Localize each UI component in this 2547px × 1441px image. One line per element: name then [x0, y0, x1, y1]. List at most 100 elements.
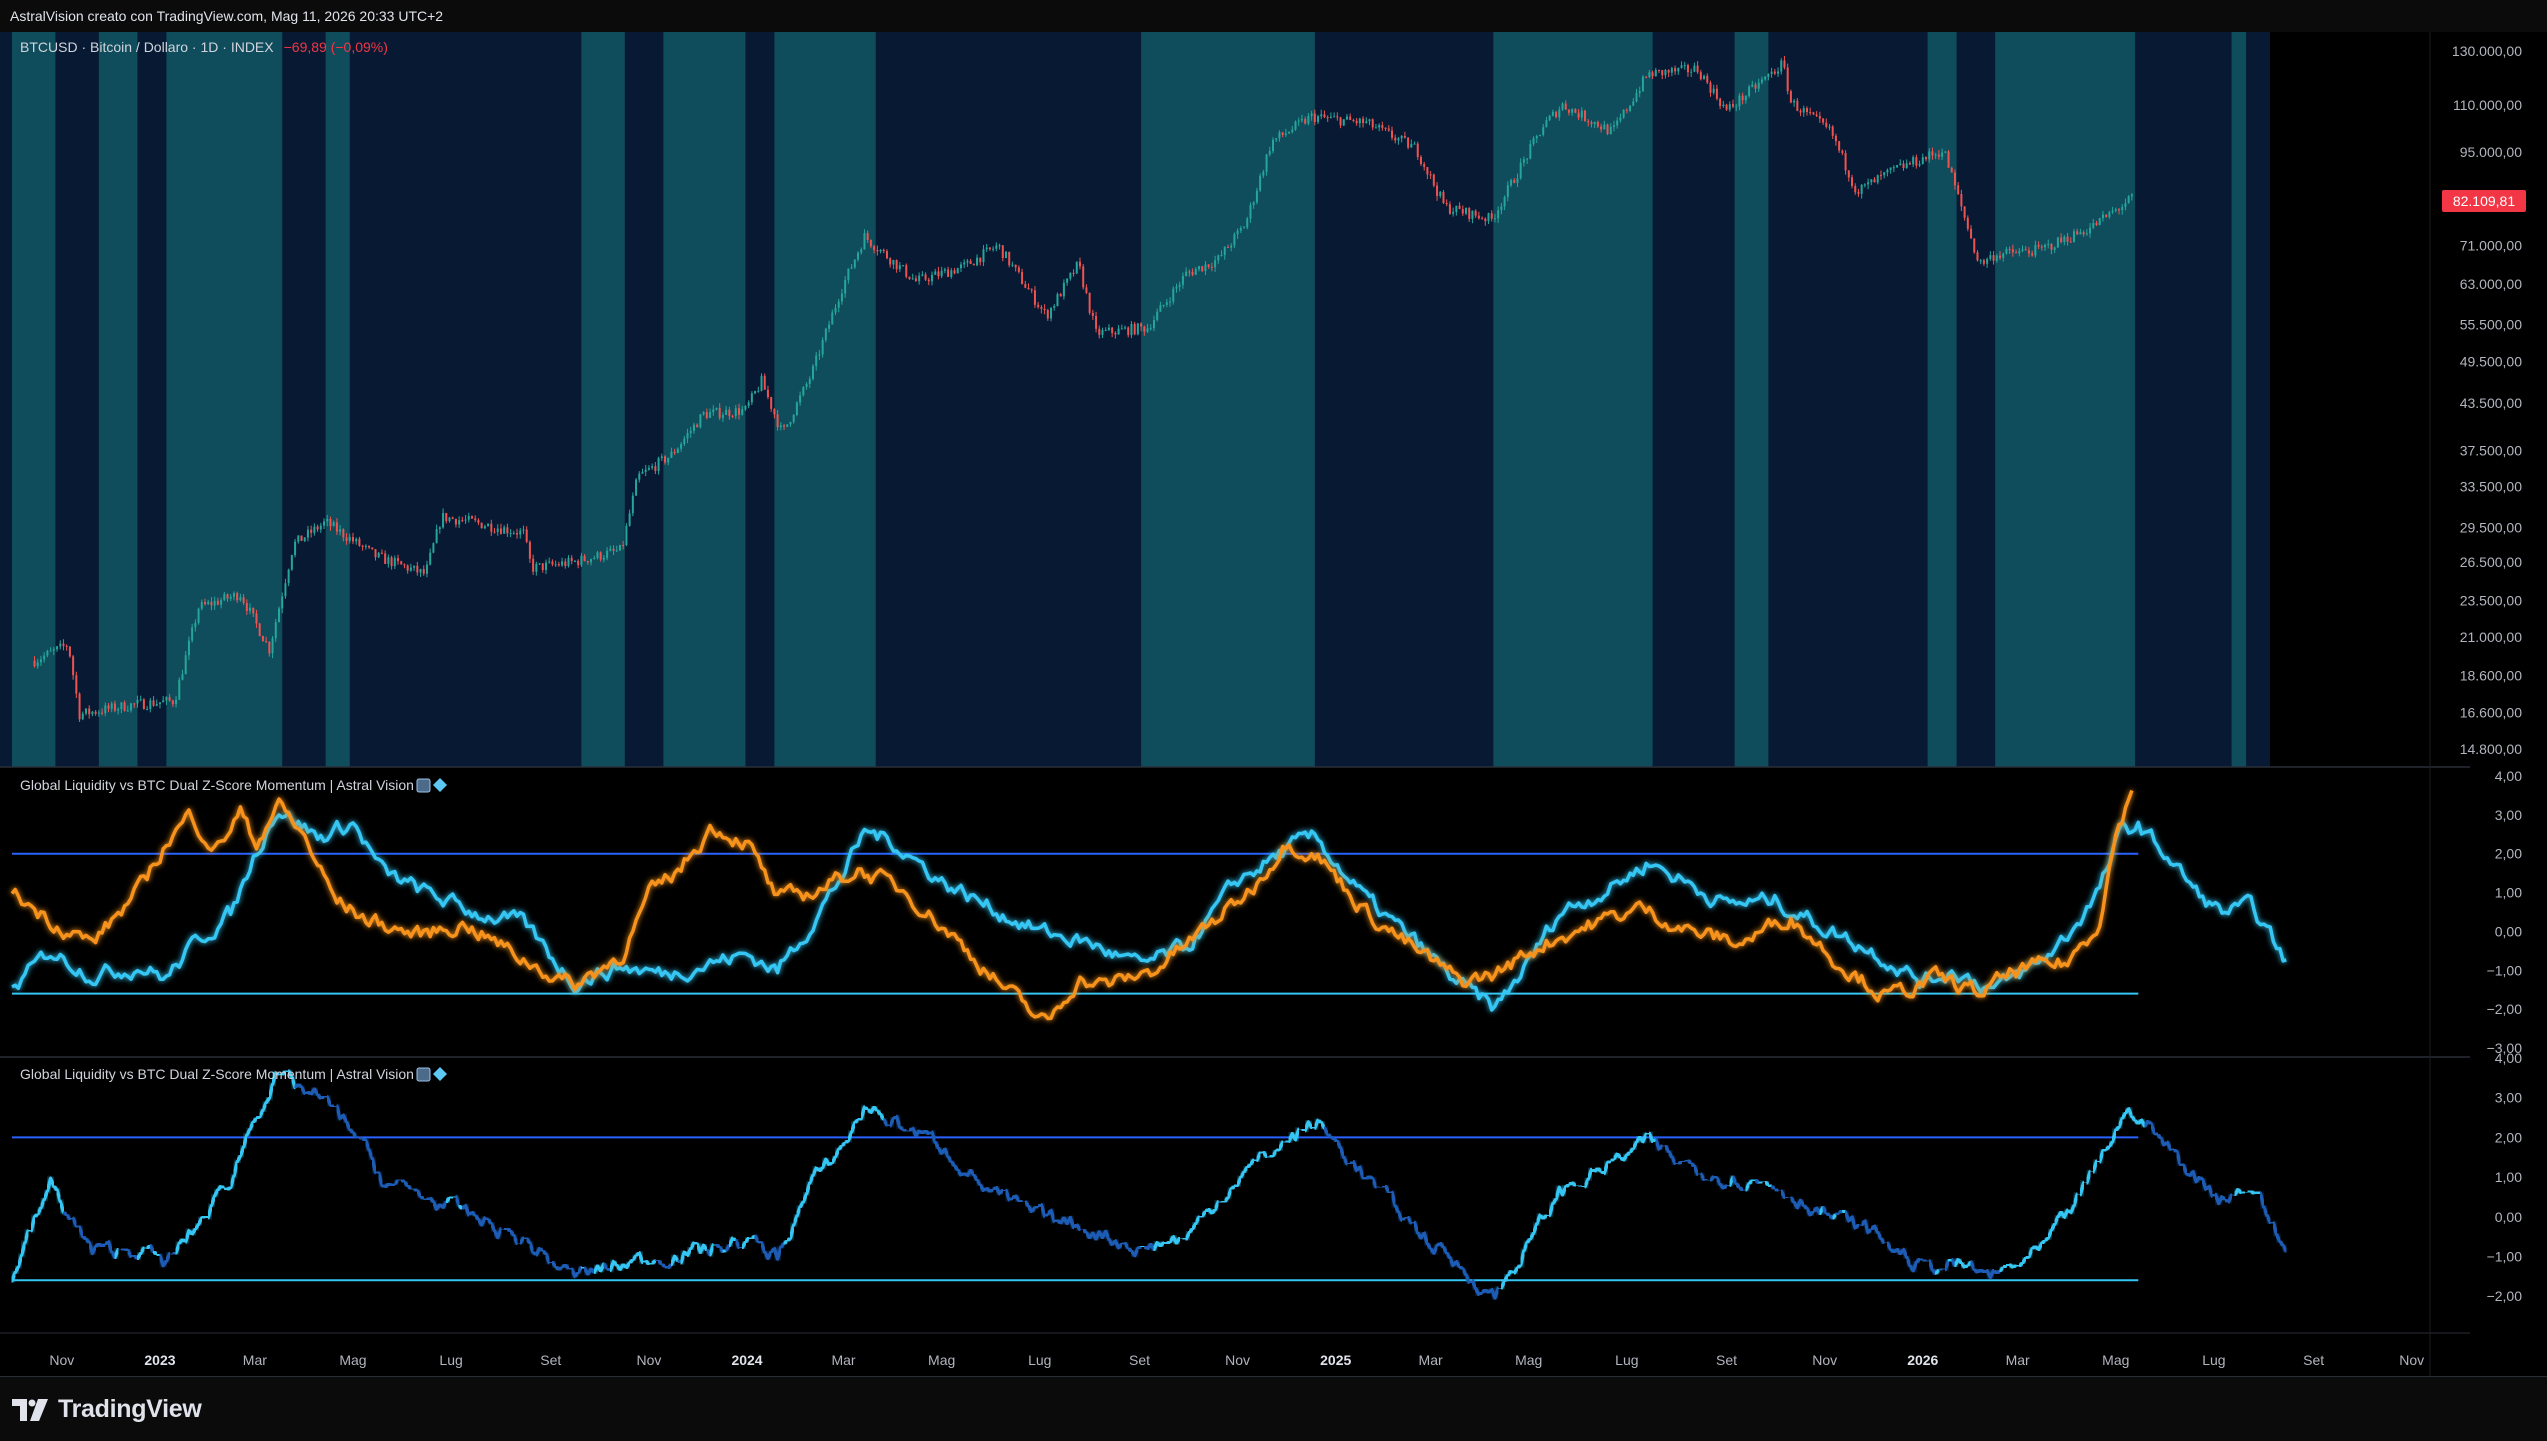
- price-candle-body: [1085, 287, 1087, 292]
- price-candle-body: [1500, 206, 1502, 210]
- price-axis-label: 18.600,00: [2460, 668, 2522, 684]
- price-pane[interactable]: [0, 32, 2430, 767]
- tradingview-logo-icon: [12, 1399, 50, 1421]
- price-candle-body: [1102, 330, 1104, 335]
- pane3-settings-icon[interactable]: [417, 1068, 430, 1081]
- price-candle-body: [352, 537, 354, 541]
- dual-zscore-pane[interactable]: [12, 791, 2286, 1019]
- oscillator-axis-label: 2,00: [2495, 1129, 2522, 1145]
- price-candle-body: [577, 561, 579, 565]
- price-candle-body: [1224, 247, 1226, 255]
- price-candle-body: [2025, 249, 2027, 250]
- momentum-segment: [57, 1190, 60, 1201]
- price-candle-body: [1044, 309, 1046, 310]
- price-candle-body: [1700, 72, 1702, 79]
- price-candle-body: [2095, 223, 2097, 225]
- price-candle-body: [1590, 122, 1592, 124]
- price-candle-body: [397, 558, 399, 561]
- pane2-title: Global Liquidity vs BTC Dual Z-Score Mom…: [20, 777, 414, 793]
- regime-band-rising: [774, 32, 875, 767]
- price-candle-body: [950, 270, 952, 277]
- price-candle-body: [1098, 329, 1100, 335]
- tradingview-logo[interactable]: TradingView: [12, 1395, 202, 1424]
- momentum-pane[interactable]: [12, 1071, 2286, 1298]
- price-candle-body: [957, 268, 959, 273]
- price-candle-body: [143, 699, 145, 709]
- pane2-settings-icon[interactable]: [417, 779, 430, 792]
- price-candle-body: [551, 561, 553, 564]
- price-candle-body: [1738, 96, 1740, 107]
- price-candle-body: [1626, 110, 1628, 111]
- price-candle-body: [320, 526, 322, 530]
- price-candle-body: [1291, 130, 1293, 133]
- price-candle-body: [1726, 105, 1728, 110]
- price-candle-body: [725, 410, 727, 415]
- price-candle-body: [79, 694, 81, 720]
- regime-band-rising: [1995, 32, 2135, 767]
- price-candle-body: [255, 613, 257, 623]
- price-candle-body: [1182, 276, 1184, 285]
- price-candle-body: [394, 558, 396, 566]
- main-legend-text: BTCUSD · Bitcoin / Dollaro · 1D · INDEX: [20, 39, 274, 55]
- price-candle-body: [915, 278, 917, 281]
- price-candle-body: [1973, 239, 1975, 253]
- time-axis[interactable]: Nov2023MarMagLugSetNov2024MarMagLugSetNo…: [49, 1352, 2424, 1368]
- price-candle-body: [355, 539, 357, 542]
- pane3-axis[interactable]: 4,003,002,001,000,00−1,00−2,00: [2487, 1050, 2523, 1304]
- price-candle-body: [1919, 164, 1921, 165]
- price-candle-body: [207, 602, 209, 604]
- price-candle-body: [1674, 68, 1676, 71]
- price-candle-body: [1047, 310, 1049, 318]
- price-candle-body: [1330, 117, 1332, 118]
- price-candle-body: [2124, 203, 2126, 207]
- momentum-segment: [790, 1225, 793, 1238]
- price-candle-body: [1208, 264, 1210, 267]
- price-candle-body: [638, 474, 640, 480]
- price-candle-body: [2063, 237, 2065, 243]
- price-candle-body: [1870, 179, 1872, 182]
- chart-svg[interactable]: BTCUSD · Bitcoin / Dollaro · 1D · INDEX −…: [0, 0, 2547, 1376]
- price-candle-body: [999, 245, 1001, 246]
- price-candle-body: [1494, 218, 1496, 219]
- price-candle-body: [1693, 66, 1695, 72]
- price-candle-body: [1587, 121, 1589, 122]
- price-candle-body: [947, 269, 949, 277]
- main-legend-symbol[interactable]: BTCUSD · Bitcoin / Dollaro · 1D · INDEX−…: [20, 39, 388, 55]
- price-candle-body: [1687, 65, 1689, 72]
- price-candle-body: [490, 524, 492, 532]
- price-candle-body: [1356, 121, 1358, 123]
- price-candle-body: [2131, 194, 2133, 196]
- price-candle-body: [1841, 151, 1843, 153]
- price-candle-body: [1555, 112, 1557, 117]
- price-candle-body: [1452, 212, 1454, 214]
- price-candle-body: [149, 700, 151, 709]
- price-axis[interactable]: 130.000,00110.000,0095.000,0071.000,0063…: [2452, 43, 2522, 757]
- price-candle-body: [2086, 233, 2088, 234]
- price-candle-body: [982, 249, 984, 262]
- price-candle-body: [217, 601, 219, 605]
- oscillator-axis-label: −1,00: [2487, 962, 2523, 978]
- price-candle-body: [62, 644, 64, 646]
- price-candle-body: [1481, 218, 1483, 219]
- time-axis-label: Set: [1129, 1352, 1150, 1368]
- price-candle-body: [1948, 151, 1950, 167]
- price-axis-label: 33.500,00: [2460, 479, 2522, 495]
- price-candle-body: [1732, 104, 1734, 106]
- price-candle-body: [153, 700, 155, 705]
- price-candle-body: [333, 522, 335, 526]
- price-candle-body: [1414, 144, 1416, 145]
- price-candle-body: [1179, 285, 1181, 287]
- price-candle-body: [519, 530, 521, 534]
- price-candle-body: [210, 602, 212, 606]
- price-candle-body: [1690, 72, 1692, 73]
- price-candle-body: [831, 313, 833, 325]
- price-candle-body: [1201, 266, 1203, 271]
- price-candle-body: [1111, 328, 1113, 333]
- price-candle-body: [1568, 109, 1570, 112]
- pane2-axis[interactable]: 4,003,002,001,000,00−1,00−2,00−3,00: [2487, 768, 2523, 1056]
- price-candle-body: [1285, 134, 1287, 135]
- pane3-legend[interactable]: Global Liquidity vs BTC Dual Z-Score Mom…: [20, 1066, 447, 1082]
- price-candle-body: [1774, 72, 1776, 74]
- price-candle-body: [2050, 244, 2052, 250]
- pane2-legend[interactable]: Global Liquidity vs BTC Dual Z-Score Mom…: [20, 777, 447, 793]
